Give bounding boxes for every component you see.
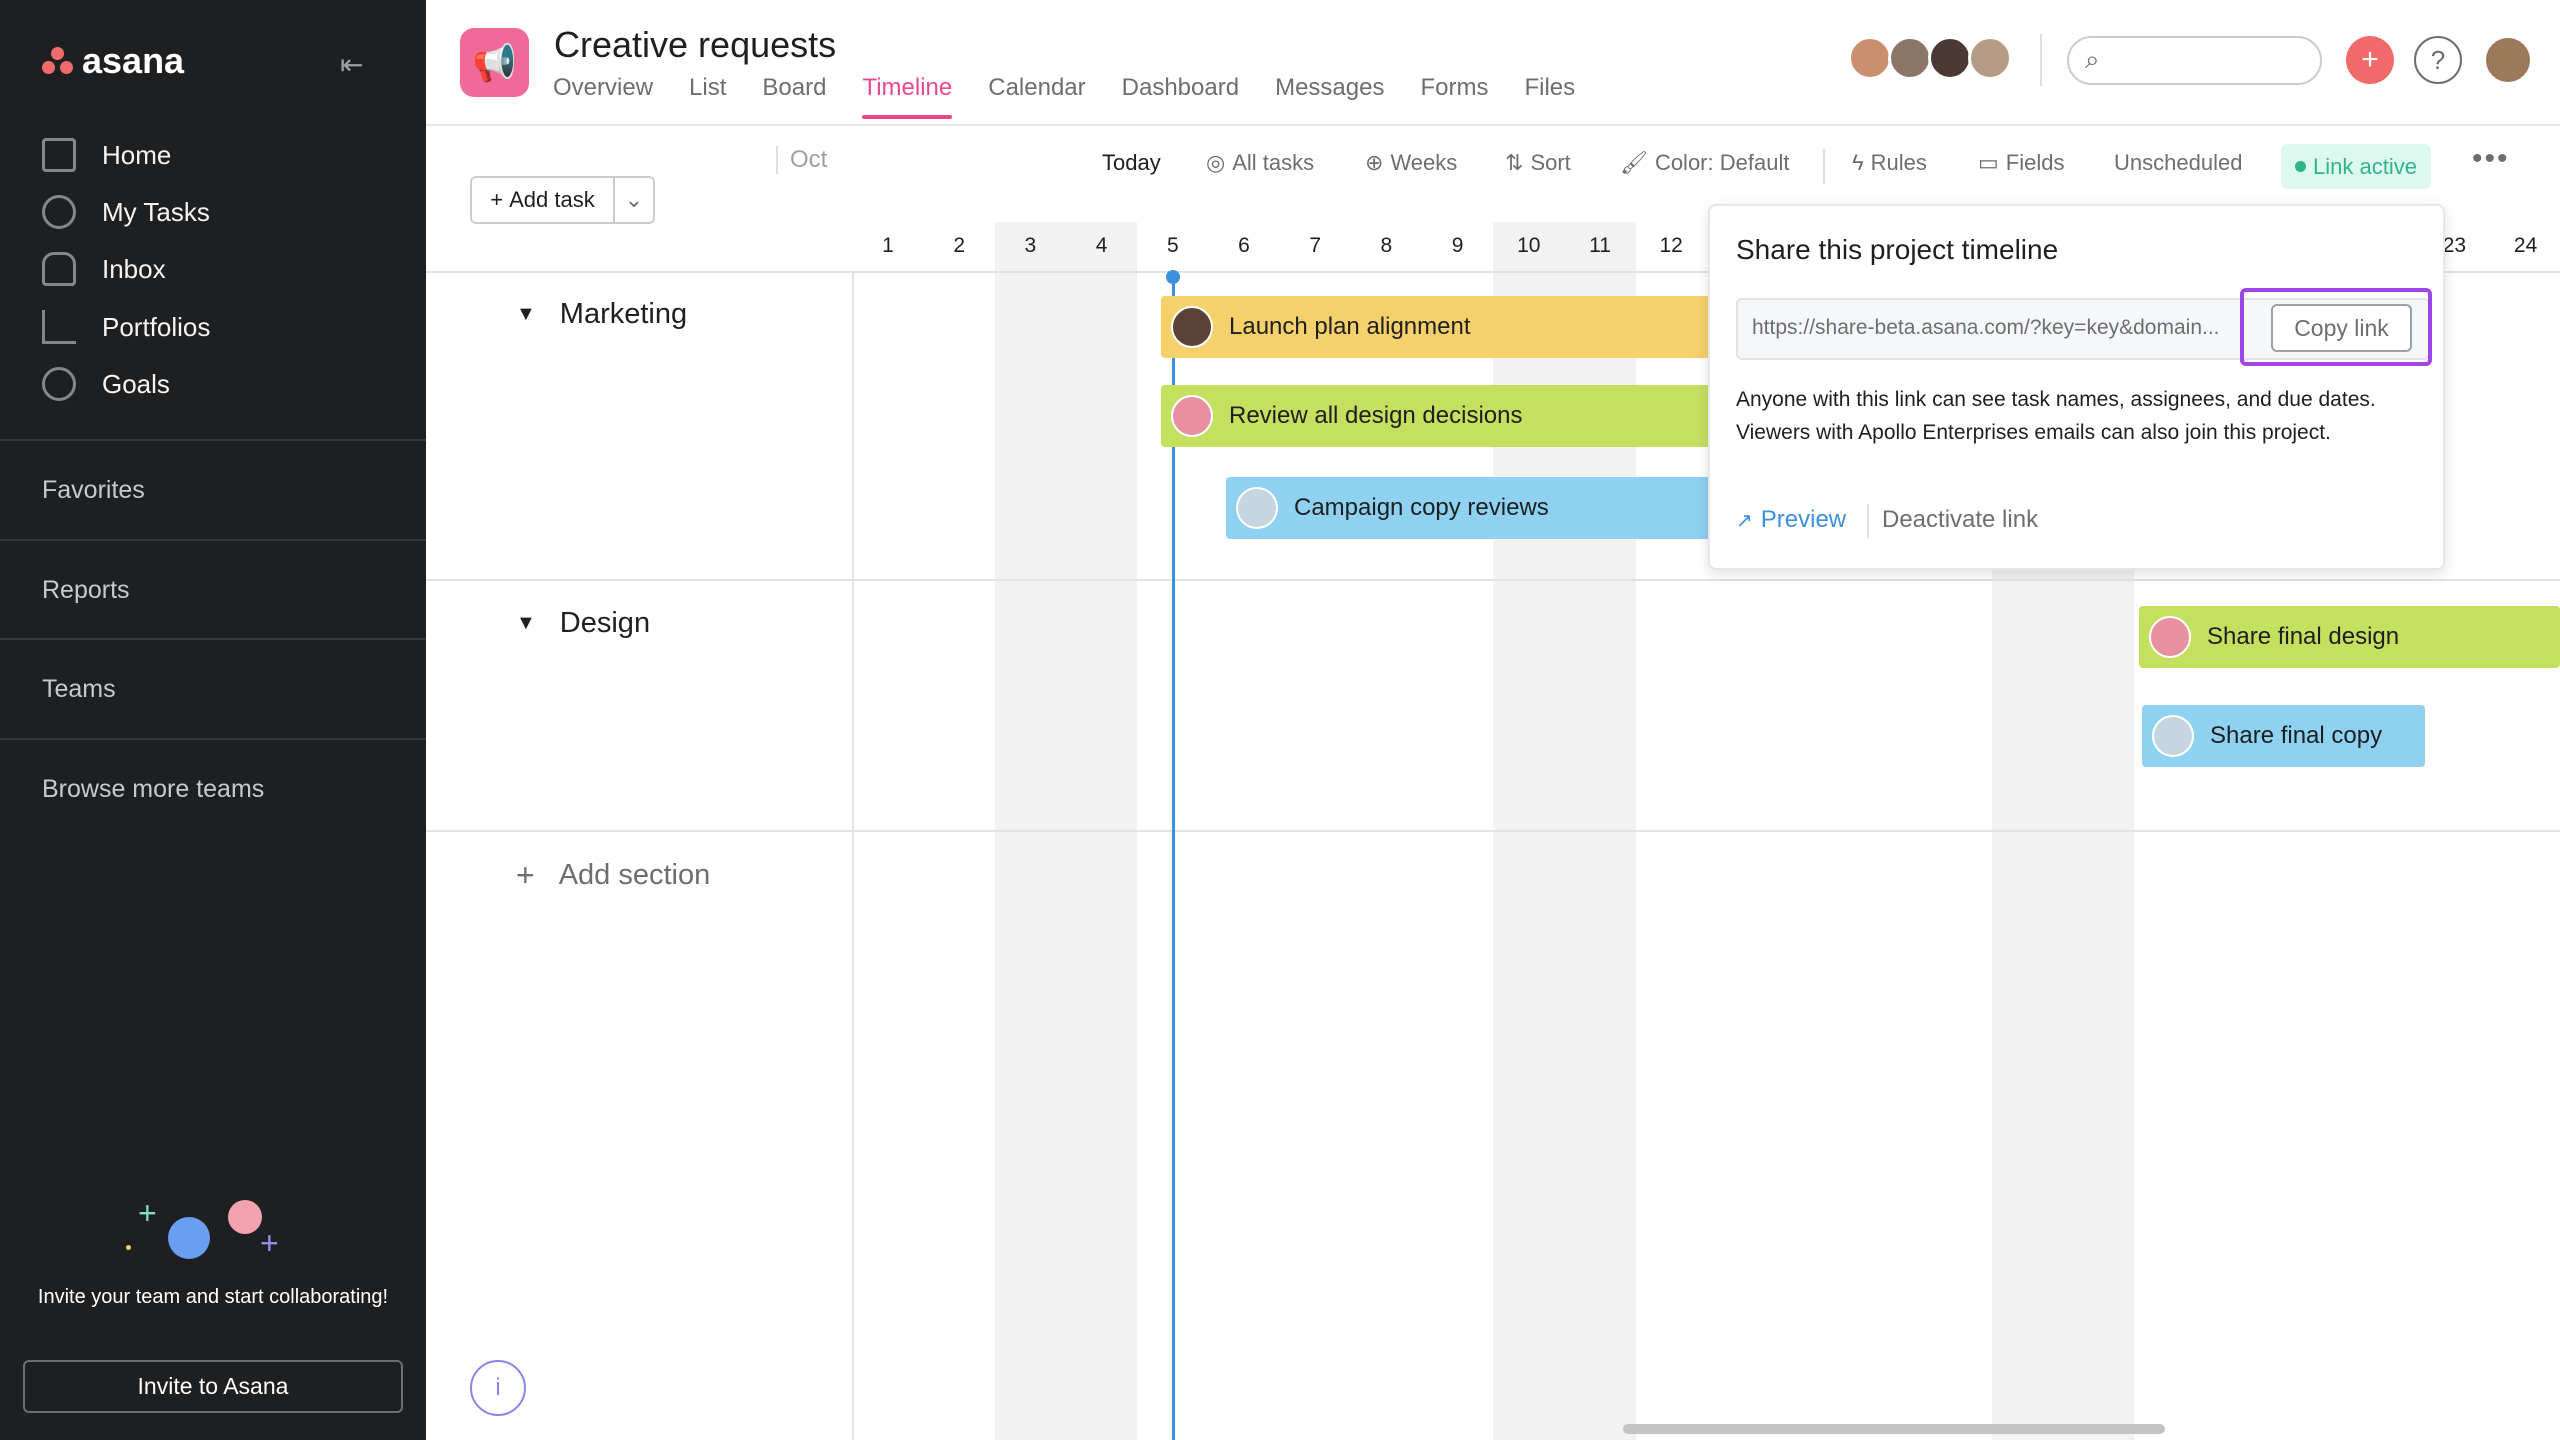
section-name: Design [559, 607, 651, 639]
section-name: Marketing [559, 298, 688, 330]
day-label: 8 [1380, 234, 1393, 257]
day-label: 4 [1095, 234, 1108, 257]
add-section-button[interactable]: + Add section [516, 857, 710, 894]
day-label: 9 [1451, 234, 1464, 257]
popup-title: Share this project timeline [1736, 234, 2059, 265]
external-link-icon: ↗ [1736, 509, 1753, 532]
popup-description: Anyone with this link can see task names… [1736, 388, 2376, 444]
task-name: Launch plan alignment [1229, 313, 1471, 340]
section-design[interactable]: ▼ Design [516, 607, 650, 640]
share-timeline-popup: Share this project timeline https://shar… [1708, 204, 2445, 570]
day-label: 7 [1309, 234, 1322, 257]
task-name: Share final copy [2210, 722, 2383, 749]
preview-link[interactable]: ↗ Preview [1736, 506, 1846, 534]
section-marketing[interactable]: ▼ Marketing [516, 298, 687, 331]
task-bar[interactable]: Launch plan alignment [1161, 296, 1721, 358]
day-label: 2 [953, 234, 966, 257]
day-label: 1 [882, 234, 894, 257]
copy-link-button[interactable]: Copy link [2271, 304, 2412, 352]
divider [1867, 504, 1869, 538]
preview-label: Preview [1760, 506, 1847, 533]
task-name: Campaign copy reviews [1294, 494, 1549, 521]
day-label: 11 [1589, 234, 1611, 257]
caret-down-icon[interactable]: ▼ [516, 303, 536, 326]
day-label: 10 [1517, 234, 1541, 257]
task-bar[interactable]: Campaign copy reviews [1226, 477, 1726, 539]
deactivate-link-button[interactable]: Deactivate link [1882, 506, 2038, 534]
task-name: Review all design decisions [1229, 402, 1523, 429]
day-label: 3 [1024, 234, 1037, 257]
horizontal-scrollbar[interactable] [1623, 1424, 2165, 1434]
section-divider [426, 830, 2560, 832]
avatar [1171, 395, 1213, 437]
caret-down-icon[interactable]: ▼ [516, 612, 536, 635]
day-label: 12 [1659, 234, 1683, 257]
info-icon[interactable]: i [470, 1360, 526, 1416]
task-bar[interactable]: Share final design [2139, 606, 2560, 668]
day-label: 5 [1166, 234, 1179, 257]
task-name: Share final design [2207, 623, 2400, 650]
avatar [1236, 487, 1278, 529]
add-section-label: Add section [558, 859, 711, 891]
day-label: 6 [1238, 234, 1250, 257]
today-marker [1166, 270, 1180, 284]
task-bar[interactable]: Share final copy [2142, 705, 2425, 767]
task-bar[interactable]: Review all design decisions [1161, 385, 1721, 447]
today-line [1172, 275, 1175, 1440]
section-divider [426, 579, 2560, 581]
section-column-divider [852, 271, 854, 1440]
plus-icon: + [516, 857, 535, 893]
avatar [2149, 616, 2191, 658]
day-label: 24 [2513, 234, 2538, 257]
avatar [2152, 715, 2194, 757]
avatar [1171, 306, 1213, 348]
share-url: https://share-beta.asana.com/?key=key&do… [1752, 316, 2220, 339]
